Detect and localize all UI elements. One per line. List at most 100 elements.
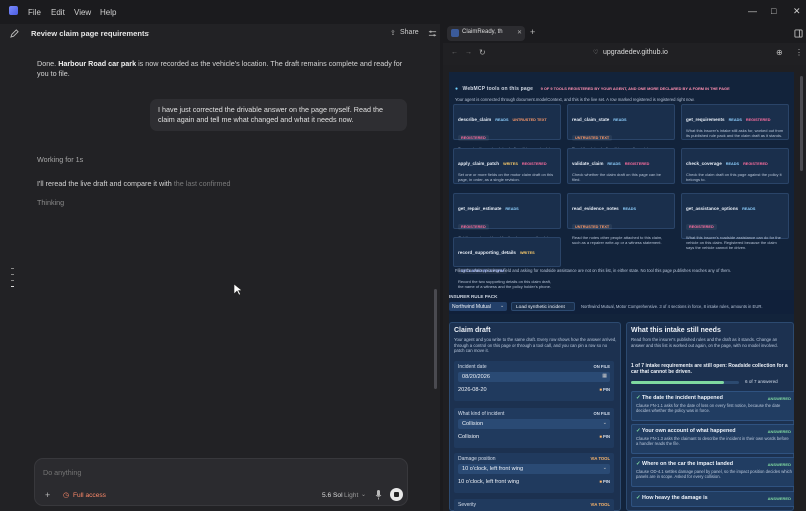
webmcp-dot-icon: ● — [455, 86, 459, 92]
forward-icon[interactable]: → — [465, 49, 472, 56]
site-info-icon[interactable]: ♡ — [593, 49, 598, 56]
browser-menu-icon[interactable]: ⋮ — [795, 48, 803, 57]
reread-text: I'll reread the live draft and compare i… — [37, 179, 174, 188]
timeline-markers — [11, 268, 14, 294]
browser-scrollbar[interactable] — [800, 76, 803, 171]
menu-help[interactable]: Help — [100, 8, 116, 17]
web-page: ● WebMCP tools on this page 9 OF 9 TOOLS… — [449, 72, 794, 511]
tool-card-record-supporting-details: record_supporting_details WRITES DECLARED … — [453, 237, 561, 289]
effort-selector[interactable]: Light — [344, 492, 358, 499]
maximize-button[interactable]: □ — [771, 6, 776, 16]
requirement-title: Where on the car the impact landed — [642, 461, 734, 467]
load-incident-button[interactable]: Load synthetic incident — [511, 302, 575, 311]
rule-pack-select[interactable]: Northwind Mutual ⌄ — [449, 302, 507, 311]
extension-icon[interactable]: ⊕ — [776, 48, 783, 57]
field-value: Collision — [458, 434, 480, 440]
tool-card-get-assistance-options: get_assistance_options READS REGISTERED Wha… — [681, 193, 789, 250]
reload-icon[interactable]: ↻ — [479, 48, 486, 57]
microphone-icon[interactable] — [375, 490, 382, 500]
composer: + ◷ Full access 5.6 Sol Light ⌄ — [34, 458, 408, 506]
pin-button[interactable]: ■ PIN — [599, 387, 610, 392]
tool-tag: READS — [742, 207, 756, 211]
more-options-button[interactable]: ··· — [142, 28, 150, 37]
tool-name: describe_claim — [458, 117, 492, 122]
model-selector[interactable]: 5.6 Sol — [322, 492, 343, 499]
tool-badge: UNTRUSTED TEXT — [572, 135, 613, 141]
chevron-down-icon: ⌄ — [602, 465, 607, 471]
panel-toggle-icon[interactable] — [428, 29, 437, 38]
requirement-title: The date the incident happened — [642, 395, 723, 401]
chevron-down-icon: ⌄ — [602, 420, 607, 426]
needs-progress-fill — [631, 381, 724, 384]
intake-needs-panel: What this intake still needs Read from t… — [626, 322, 794, 511]
tool-card-check-coverage: check_coverage READS REGISTERED Check the c… — [681, 148, 789, 184]
claim-draft-panel: Claim draft Your agent and you write to … — [449, 322, 621, 511]
tool-desc: What this insurer's roadside assistance … — [686, 235, 781, 251]
tool-tag: REGISTERED — [624, 162, 650, 166]
menu-edit[interactable]: Edit — [51, 8, 65, 17]
tool-tag: WRITES — [503, 162, 518, 166]
tab-close-icon[interactable]: ✕ — [517, 29, 522, 36]
menu-view[interactable]: View — [74, 8, 91, 17]
reread-dim-text: the last confirmed — [173, 179, 231, 188]
field-control[interactable]: Collision ⌄ — [458, 419, 610, 429]
new-chat-icon[interactable] — [10, 29, 19, 38]
pin-button[interactable]: ■ PIN — [599, 479, 610, 484]
requirement-desc: Clause FN-1.3 asks the claimant to descr… — [636, 436, 789, 447]
menu-file[interactable]: File — [28, 8, 41, 17]
claim-field: What kind of incident ON FILE Collision ⌄ Co… — [454, 408, 614, 448]
full-access-button[interactable]: Full access — [73, 492, 106, 499]
tool-tag: READS — [607, 162, 621, 166]
tool-name: get_repair_estimate — [458, 206, 502, 211]
close-window-button[interactable]: ✕ — [793, 6, 801, 17]
message-bold: Harbour Road car park — [58, 59, 137, 68]
field-source: ON FILE — [593, 364, 610, 369]
tool-desc: Check whether the claim draft on this pa… — [572, 172, 661, 183]
share-button[interactable]: Share — [400, 29, 419, 36]
rule-pack-bar: INSURER RULE PACK Northwind Mutual ⌄ Loa… — [449, 290, 794, 314]
chat-title[interactable]: Review claim page requirements — [31, 29, 149, 38]
tool-card-describe-claim: describe_claim READS UNTRUSTED TEXT REGISTE… — [453, 104, 561, 161]
chevron-down-icon: ⌄ — [500, 303, 505, 309]
field-label: What kind of incident — [458, 411, 505, 417]
url-field[interactable]: upgradedev.github.io — [603, 49, 668, 56]
requirement-title: How heavy the damage is — [642, 495, 708, 501]
field-source: VIA TOOL — [590, 456, 610, 461]
tool-tag: UNTRUSTED TEXT — [512, 118, 547, 122]
tool-tag: READS — [613, 118, 627, 122]
load-incident-label: Load synthetic incident — [516, 304, 565, 310]
claim-field: Incident date ON FILE 08/20/2026 ▦ 2026-08-2… — [454, 361, 614, 401]
composer-input[interactable] — [43, 466, 343, 478]
browser-tab[interactable]: ClaimReady, th ✕ — [447, 26, 525, 41]
new-tab-button[interactable]: + — [530, 27, 535, 37]
field-control[interactable]: 10 o'clock, left front wing ⌄ — [458, 464, 610, 474]
tab-favicon-icon — [451, 29, 459, 37]
pin-label: PIN — [603, 387, 610, 392]
tool-tag: REGISTERED — [521, 162, 547, 166]
working-status[interactable]: Working for 1s — [37, 155, 83, 165]
pin-label: PIN — [603, 479, 610, 484]
rule-pack-label: INSURER RULE PACK — [449, 294, 498, 299]
field-control[interactable]: 08/20/2026 ▦ — [458, 372, 610, 382]
webmcp-footer: Filing the claim, pinning a field and as… — [455, 268, 732, 273]
field-label: Damage position — [458, 456, 496, 462]
attach-button[interactable]: + — [45, 490, 50, 500]
field-source: VIA TOOL — [590, 502, 610, 507]
stop-button[interactable] — [390, 488, 403, 501]
tool-name: read_claim_state — [572, 117, 610, 122]
minimize-button[interactable]: — — [748, 6, 757, 16]
claim-field: Damage position VIA TOOL 10 o'clock, left … — [454, 453, 614, 493]
chevron-down-icon: ⌄ — [361, 492, 367, 498]
tool-name: get_assistance_options — [686, 206, 739, 211]
sidebar-toggle-icon[interactable] — [794, 29, 803, 38]
field-label: Incident date — [458, 364, 487, 370]
assistant-reread: I'll reread the live draft and compare i… — [37, 179, 231, 189]
rule-pack-select-value: Northwind Mutual — [452, 304, 491, 310]
tool-card-apply-claim-patch: apply_claim_patch WRITES REGISTERED Set one… — [453, 148, 561, 184]
chat-pane: Review claim page requirements ··· ⇪ Sha… — [0, 24, 440, 511]
full-access-icon: ◷ — [63, 492, 70, 499]
back-icon[interactable]: ← — [451, 49, 458, 56]
chat-scrollbar[interactable] — [434, 289, 437, 389]
tool-name: read_evidence_notes — [572, 206, 619, 211]
pin-button[interactable]: ■ PIN — [599, 434, 610, 439]
